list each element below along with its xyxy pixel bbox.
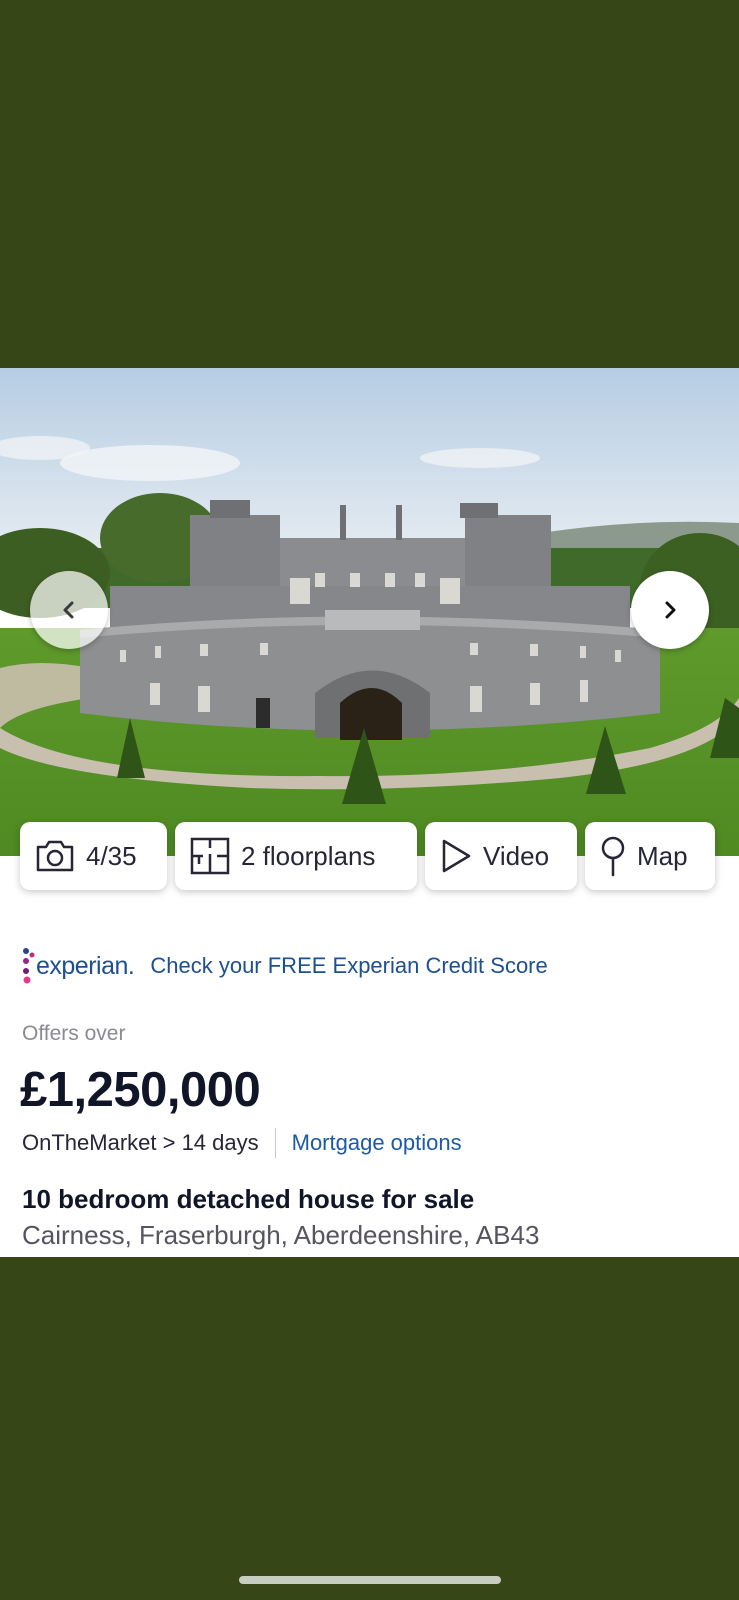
meta-divider — [274, 1128, 276, 1158]
property-photo[interactable] — [0, 368, 739, 856]
listing-title: 10 bedroom detached house for sale — [22, 1184, 475, 1214]
experian-banner[interactable]: experian. Check your FREE Experian Credi… — [22, 946, 548, 986]
chevron-right-icon — [665, 601, 676, 619]
home-indicator[interactable] — [239, 1576, 501, 1584]
previous-photo-button[interactable] — [30, 571, 108, 649]
property-image — [0, 368, 739, 856]
floorplans-button[interactable]: 2 floorplans — [175, 822, 417, 890]
mortgage-options-link[interactable]: Mortgage options — [292, 1130, 462, 1156]
camera-icon — [36, 840, 74, 872]
price-qualifier: Offers over — [22, 1022, 126, 1045]
price: £1,250,000 — [20, 1063, 261, 1117]
map-button[interactable]: Map — [585, 822, 715, 890]
video-label: Video — [483, 840, 550, 871]
next-photo-button[interactable] — [631, 571, 709, 649]
listing-source: OnTheMarket > 14 days — [22, 1130, 259, 1155]
video-button[interactable]: Video — [425, 822, 577, 890]
photo-count: 4/35 — [86, 840, 137, 871]
media-toolbar: 4/35 2 floorplans Video Map — [0, 822, 739, 892]
floorplans-label: 2 floorplans — [241, 840, 376, 871]
map-label: Map — [637, 840, 688, 871]
chevron-left-icon — [63, 601, 74, 619]
experian-logo: experian. — [22, 946, 135, 986]
photos-button[interactable]: 4/35 — [20, 822, 167, 890]
experian-cta[interactable]: Check your FREE Experian Credit Score — [150, 953, 547, 979]
experian-dots-icon — [23, 948, 35, 984]
listing-address: Cairness, Fraserburgh, Aberdeenshire, AB… — [22, 1220, 540, 1250]
experian-logo-text: experian. — [36, 951, 135, 980]
listing-card: 4/35 2 floorplans Video Map experian. Ch… — [0, 368, 739, 1257]
floorplan-icon — [190, 837, 230, 875]
listing-meta: OnTheMarket > 14 days Mortgage options — [22, 1128, 462, 1158]
play-icon — [442, 839, 471, 873]
map-pin-icon — [601, 836, 625, 877]
